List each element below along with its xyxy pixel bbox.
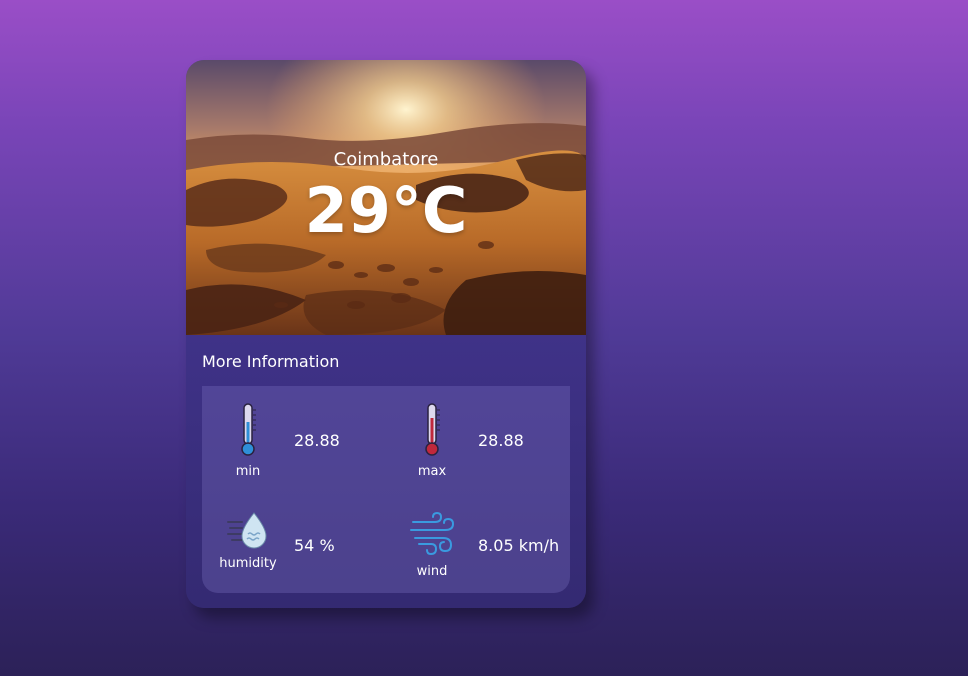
thermometer-cold-icon bbox=[223, 402, 273, 458]
weather-card: Coimbatore 29°C More Information min 28.… bbox=[186, 60, 586, 608]
humidity-item: humidity 54 % bbox=[202, 490, 386, 593]
min-label: min bbox=[235, 464, 261, 479]
weather-hero-image: Coimbatore 29°C bbox=[186, 60, 586, 335]
wind-value: 8.05 km/h bbox=[478, 536, 560, 555]
humidity-label: humidity bbox=[219, 556, 277, 571]
page-background: { "weather": { "city": "Coimbatore", "te… bbox=[0, 0, 968, 676]
weather-details-panel: min 28.88 max 28.88 humidity 54 % wind 8… bbox=[202, 386, 570, 593]
wind-icon bbox=[407, 510, 457, 558]
thermometer-hot-icon bbox=[407, 402, 457, 458]
min-temperature-item: min 28.88 bbox=[202, 386, 386, 490]
max-temperature-item: max 28.88 bbox=[386, 386, 570, 490]
more-information-heading: More Information bbox=[202, 352, 340, 371]
min-value: 28.88 bbox=[294, 431, 340, 450]
wind-label: wind bbox=[416, 564, 448, 579]
current-temperature: 29°C bbox=[304, 174, 468, 247]
wind-item: wind 8.05 km/h bbox=[386, 490, 570, 593]
max-value: 28.88 bbox=[478, 431, 524, 450]
humidity-value: 54 % bbox=[294, 536, 335, 555]
city-name: Coimbatore bbox=[333, 149, 439, 170]
humidity-drop-icon bbox=[223, 510, 273, 550]
max-label: max bbox=[417, 464, 447, 479]
